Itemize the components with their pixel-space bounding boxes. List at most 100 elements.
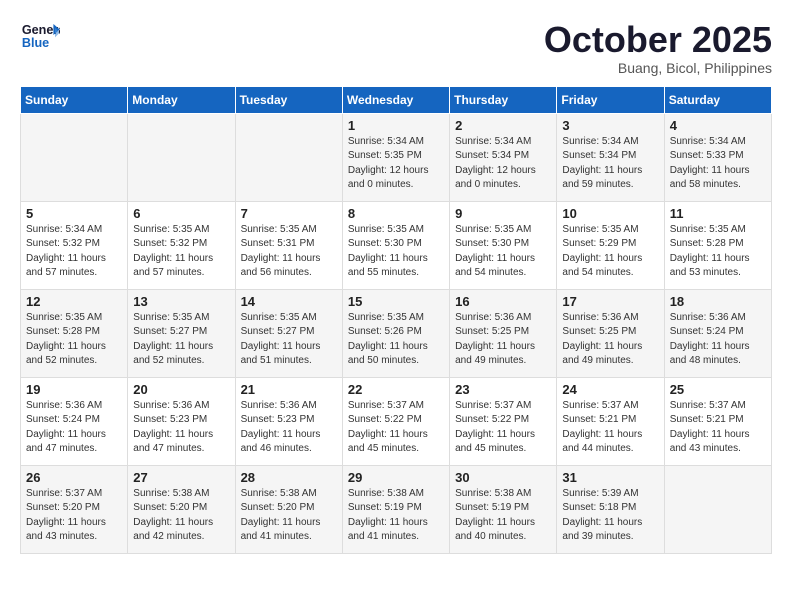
calendar-week-row: 5 Sunrise: 5:34 AMSunset: 5:32 PMDaylight… bbox=[21, 201, 772, 289]
calendar-cell: 27Sunrise: 5:38 AMSunset: 5:20 PMDayligh… bbox=[128, 465, 235, 553]
day-info: Sunrise: 5:35 AMSunset: 5:26 PMDaylight:… bbox=[348, 311, 444, 369]
calendar-cell: 3Sunrise: 5:34 AMSunset: 5:34 PMDaylight… bbox=[557, 113, 664, 201]
logo: General Blue bbox=[20, 20, 60, 50]
weekday-header: Saturday bbox=[664, 86, 771, 113]
day-info: Sunrise: 5:37 AMSunset: 5:21 PMDaylight:… bbox=[670, 399, 766, 457]
day-number: 17 bbox=[562, 294, 658, 309]
calendar-cell: 2Sunrise: 5:34 AMSunset: 5:34 PMDaylight… bbox=[450, 113, 557, 201]
day-info: Sunrise: 5:36 AMSunset: 5:25 PMDaylight:… bbox=[562, 311, 658, 369]
weekday-header: Thursday bbox=[450, 86, 557, 113]
day-info: Sunrise: 5:35 AMSunset: 5:30 PMDaylight:… bbox=[348, 223, 444, 281]
day-number: 11 bbox=[670, 206, 766, 221]
calendar-cell: 16Sunrise: 5:36 AMSunset: 5:25 PMDayligh… bbox=[450, 289, 557, 377]
day-info: Sunrise: 5:35 AMSunset: 5:27 PMDaylight:… bbox=[241, 311, 337, 369]
calendar-cell: 22 Sunrise: 5:37 AMSunset: 5:22 PMDayligh… bbox=[342, 377, 449, 465]
day-info: Sunrise: 5:37 AMSunset: 5:22 PMDaylight:… bbox=[348, 399, 444, 457]
svg-text:Blue: Blue bbox=[22, 36, 49, 50]
weekday-header: Monday bbox=[128, 86, 235, 113]
location-subtitle: Buang, Bicol, Philippines bbox=[544, 60, 772, 76]
calendar-cell: 8 Sunrise: 5:35 AMSunset: 5:30 PMDaylight… bbox=[342, 201, 449, 289]
day-number: 18 bbox=[670, 294, 766, 309]
day-number: 28 bbox=[241, 470, 337, 485]
day-info: Sunrise: 5:36 AMSunset: 5:23 PMDaylight:… bbox=[241, 399, 337, 457]
day-info: Sunrise: 5:37 AMSunset: 5:22 PMDaylight:… bbox=[455, 399, 551, 457]
calendar-cell: 18Sunrise: 5:36 AMSunset: 5:24 PMDayligh… bbox=[664, 289, 771, 377]
calendar-cell bbox=[21, 113, 128, 201]
day-number: 20 bbox=[133, 382, 229, 397]
day-info: Sunrise: 5:34 AMSunset: 5:33 PMDaylight:… bbox=[670, 135, 766, 193]
day-info: Sunrise: 5:39 AMSunset: 5:18 PMDaylight:… bbox=[562, 487, 658, 545]
calendar-cell bbox=[235, 113, 342, 201]
day-info: Sunrise: 5:35 AMSunset: 5:27 PMDaylight:… bbox=[133, 311, 229, 369]
calendar-cell: 9 Sunrise: 5:35 AMSunset: 5:30 PMDaylight… bbox=[450, 201, 557, 289]
day-info: Sunrise: 5:35 AMSunset: 5:28 PMDaylight:… bbox=[26, 311, 122, 369]
calendar-cell: 19 Sunrise: 5:36 AMSunset: 5:24 PMDayligh… bbox=[21, 377, 128, 465]
day-number: 30 bbox=[455, 470, 551, 485]
day-info: Sunrise: 5:38 AMSunset: 5:19 PMDaylight:… bbox=[348, 487, 444, 545]
calendar-header: SundayMondayTuesdayWednesdayThursdayFrid… bbox=[21, 86, 772, 113]
day-number: 9 bbox=[455, 206, 551, 221]
day-number: 19 bbox=[26, 382, 122, 397]
calendar-cell: 28 Sunrise: 5:38 AMSunset: 5:20 PMDayligh… bbox=[235, 465, 342, 553]
day-number: 3 bbox=[562, 118, 658, 133]
calendar-cell: 20Sunrise: 5:36 AMSunset: 5:23 PMDayligh… bbox=[128, 377, 235, 465]
calendar-cell: 1 Sunrise: 5:34 AMSunset: 5:35 PMDaylight… bbox=[342, 113, 449, 201]
calendar-cell bbox=[128, 113, 235, 201]
day-info: Sunrise: 5:37 AMSunset: 5:20 PMDaylight:… bbox=[26, 487, 122, 545]
calendar-cell: 25 Sunrise: 5:37 AMSunset: 5:21 PMDayligh… bbox=[664, 377, 771, 465]
calendar-cell: 4 Sunrise: 5:34 AMSunset: 5:33 PMDaylight… bbox=[664, 113, 771, 201]
calendar-week-row: 12 Sunrise: 5:35 AMSunset: 5:28 PMDayligh… bbox=[21, 289, 772, 377]
day-info: Sunrise: 5:38 AMSunset: 5:20 PMDaylight:… bbox=[241, 487, 337, 545]
calendar-cell: 14 Sunrise: 5:35 AMSunset: 5:27 PMDayligh… bbox=[235, 289, 342, 377]
day-number: 26 bbox=[26, 470, 122, 485]
day-info: Sunrise: 5:34 AMSunset: 5:32 PMDaylight:… bbox=[26, 223, 122, 281]
day-number: 21 bbox=[241, 382, 337, 397]
day-number: 22 bbox=[348, 382, 444, 397]
calendar-cell: 11Sunrise: 5:35 AMSunset: 5:28 PMDayligh… bbox=[664, 201, 771, 289]
calendar-cell: 13 Sunrise: 5:35 AMSunset: 5:27 PMDayligh… bbox=[128, 289, 235, 377]
day-number: 6 bbox=[133, 206, 229, 221]
weekday-header: Wednesday bbox=[342, 86, 449, 113]
day-info: Sunrise: 5:35 AMSunset: 5:32 PMDaylight:… bbox=[133, 223, 229, 281]
page-header: General Blue October 2025 Buang, Bicol, … bbox=[20, 20, 772, 76]
month-title: October 2025 bbox=[544, 20, 772, 60]
day-number: 8 bbox=[348, 206, 444, 221]
day-number: 29 bbox=[348, 470, 444, 485]
calendar-week-row: 1 Sunrise: 5:34 AMSunset: 5:35 PMDaylight… bbox=[21, 113, 772, 201]
day-info: Sunrise: 5:38 AMSunset: 5:20 PMDaylight:… bbox=[133, 487, 229, 545]
day-number: 13 bbox=[133, 294, 229, 309]
day-number: 23 bbox=[455, 382, 551, 397]
day-info: Sunrise: 5:35 AMSunset: 5:31 PMDaylight:… bbox=[241, 223, 337, 281]
day-info: Sunrise: 5:34 AMSunset: 5:35 PMDaylight:… bbox=[348, 135, 444, 193]
calendar-cell: 17 Sunrise: 5:36 AMSunset: 5:25 PMDayligh… bbox=[557, 289, 664, 377]
calendar-cell: 31Sunrise: 5:39 AMSunset: 5:18 PMDayligh… bbox=[557, 465, 664, 553]
calendar-week-row: 26 Sunrise: 5:37 AMSunset: 5:20 PMDayligh… bbox=[21, 465, 772, 553]
day-number: 1 bbox=[348, 118, 444, 133]
day-info: Sunrise: 5:38 AMSunset: 5:19 PMDaylight:… bbox=[455, 487, 551, 545]
day-number: 7 bbox=[241, 206, 337, 221]
day-number: 15 bbox=[348, 294, 444, 309]
calendar-cell: 24Sunrise: 5:37 AMSunset: 5:21 PMDayligh… bbox=[557, 377, 664, 465]
calendar-cell: 7 Sunrise: 5:35 AMSunset: 5:31 PMDaylight… bbox=[235, 201, 342, 289]
weekday-header: Sunday bbox=[21, 86, 128, 113]
day-info: Sunrise: 5:35 AMSunset: 5:30 PMDaylight:… bbox=[455, 223, 551, 281]
day-number: 12 bbox=[26, 294, 122, 309]
day-number: 25 bbox=[670, 382, 766, 397]
day-number: 10 bbox=[562, 206, 658, 221]
weekday-header: Tuesday bbox=[235, 86, 342, 113]
weekday-header: Friday bbox=[557, 86, 664, 113]
day-number: 16 bbox=[455, 294, 551, 309]
calendar-cell bbox=[664, 465, 771, 553]
day-number: 4 bbox=[670, 118, 766, 133]
day-number: 14 bbox=[241, 294, 337, 309]
calendar-cell: 23 Sunrise: 5:37 AMSunset: 5:22 PMDayligh… bbox=[450, 377, 557, 465]
calendar-cell: 12 Sunrise: 5:35 AMSunset: 5:28 PMDayligh… bbox=[21, 289, 128, 377]
day-number: 5 bbox=[26, 206, 122, 221]
calendar-cell: 21 Sunrise: 5:36 AMSunset: 5:23 PMDayligh… bbox=[235, 377, 342, 465]
logo-icon: General Blue bbox=[20, 20, 60, 50]
day-number: 24 bbox=[562, 382, 658, 397]
day-info: Sunrise: 5:36 AMSunset: 5:24 PMDaylight:… bbox=[26, 399, 122, 457]
calendar-body: 1 Sunrise: 5:34 AMSunset: 5:35 PMDaylight… bbox=[21, 113, 772, 553]
day-info: Sunrise: 5:35 AMSunset: 5:29 PMDaylight:… bbox=[562, 223, 658, 281]
calendar-cell: 15 Sunrise: 5:35 AMSunset: 5:26 PMDayligh… bbox=[342, 289, 449, 377]
